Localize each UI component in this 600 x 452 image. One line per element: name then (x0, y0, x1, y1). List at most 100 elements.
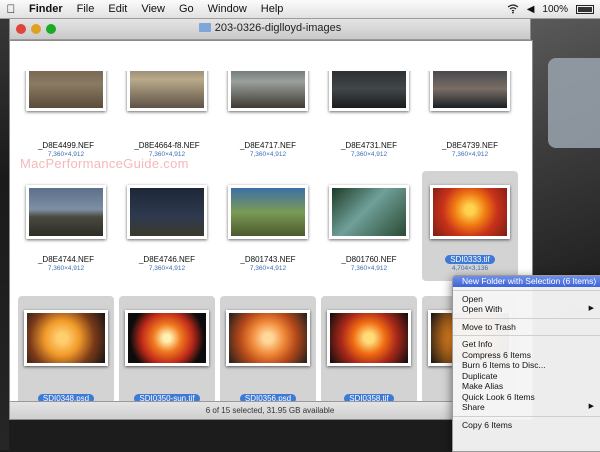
volume-icon[interactable]: ◀ (527, 4, 535, 15)
submenu-arrow-icon: ▶ (588, 305, 594, 312)
file-name: SDI0356.psd (210, 394, 326, 401)
file-name: _D8E4499.NEF (10, 141, 124, 150)
file-name-text: _D8E4664-f8.NEF (134, 141, 200, 150)
file-thumbnail[interactable] (26, 71, 106, 111)
file-dimensions: 7,360×4,912 (350, 151, 388, 158)
context-menu-item[interactable]: Move to Trash (453, 322, 600, 333)
file-item[interactable]: _D8E4744.NEF 7,360×4,912 (18, 171, 114, 281)
context-menu-item[interactable]: Compress 6 Items (453, 350, 600, 361)
window-title: 203-0326-diglloyd-images (10, 22, 530, 34)
file-name: _D801743.NEF (210, 255, 326, 264)
battery-percent: 100% (542, 3, 568, 15)
icon-grid[interactable]: MacPerformanceGuide.com _D8E4499.NEF 7,36… (10, 71, 528, 401)
file-item[interactable]: SDI0333.tif 4,704×3,136 (422, 171, 518, 281)
window-titlebar[interactable]: 203-0326-diglloyd-images (9, 18, 531, 40)
file-thumbnail[interactable] (228, 185, 308, 239)
file-dimensions: 7,360×4,912 (350, 265, 388, 272)
menu-window[interactable]: Window (201, 3, 254, 15)
context-menu: New Folder with Selection (6 Items) Open O… (452, 275, 600, 452)
file-item[interactable]: _D801743.NEF 7,360×4,912 (220, 171, 316, 281)
menu-separator (453, 415, 600, 417)
file-name: _D8E4731.NEF (311, 141, 427, 150)
file-thumbnail[interactable] (26, 185, 106, 239)
menu-file[interactable]: File (70, 3, 102, 15)
file-name: _D801760.NEF (311, 255, 427, 264)
context-menu-item[interactable]: Quick Look 6 Items (453, 392, 600, 403)
battery-icon[interactable] (576, 4, 594, 14)
file-thumbnail[interactable] (430, 185, 510, 239)
file-thumbnail[interactable] (226, 310, 310, 366)
file-name: SDI0333.tif (412, 255, 528, 264)
file-item[interactable]: _D801760.NEF 7,360×4,912 (321, 171, 417, 281)
file-dimensions: 7,360×4,912 (47, 151, 85, 158)
file-item[interactable]: _D8E4731.NEF 7,360×4,912 (321, 71, 417, 167)
file-name-text: SDI0348.psd (37, 394, 95, 401)
desktop-left-edge (0, 0, 9, 450)
window-title-text: 203-0326-diglloyd-images (214, 22, 342, 34)
file-name: _D8E4717.NEF (210, 141, 326, 150)
context-menu-item[interactable]: New Folder with Selection (6 Items) (453, 276, 600, 287)
file-name-text: SDI0333.tif (445, 255, 495, 264)
menu-go[interactable]: Go (172, 3, 201, 15)
context-menu-item[interactable]: Duplicate (453, 371, 600, 382)
desktop-item (548, 58, 600, 148)
file-thumbnail[interactable] (24, 310, 108, 366)
context-menu-item[interactable]: Get Info (453, 339, 600, 350)
menu-help[interactable]: Help (254, 3, 291, 15)
menu-separator (453, 317, 600, 319)
file-name-text: _D8E4746.NEF (138, 255, 196, 264)
file-item[interactable]: SDI0350-sun.tif4,704×3,136 (119, 296, 215, 401)
file-item[interactable]: _D8E4717.NEF 7,360×4,912 (220, 71, 316, 167)
file-thumbnail[interactable] (329, 71, 409, 111)
wifi-icon[interactable] (507, 4, 519, 14)
menu-view[interactable]: View (134, 3, 172, 15)
file-name-text: _D8E4744.NEF (37, 255, 95, 264)
file-item[interactable]: SDI0358.tif4,704×3,136 (321, 296, 417, 401)
file-item[interactable]: _D8E4739.NEF 7,360×4,912 (422, 71, 518, 167)
file-item[interactable]: _D8E4746.NEF 7,360×4,912 (119, 171, 215, 281)
menu-edit[interactable]: Edit (101, 3, 134, 15)
file-thumbnail[interactable] (430, 71, 510, 111)
file-item[interactable]: _D8E4499.NEF 7,360×4,912 (18, 71, 114, 167)
file-item[interactable]: _D8E4664-f8.NEF 7,360×4,912 (119, 71, 215, 167)
file-item[interactable]: SDI0348.psd4,704×3,136 (18, 296, 114, 401)
file-thumbnail[interactable] (127, 185, 207, 239)
context-menu-item-label: Move to Trash (462, 321, 516, 332)
context-menu-item-label: Compress 6 Items (462, 349, 531, 360)
file-thumbnail[interactable] (125, 310, 209, 366)
file-item[interactable]: SDI0356.psd4,704×3,136 (220, 296, 316, 401)
file-thumbnail[interactable] (329, 185, 409, 239)
file-name-text: _D8E4717.NEF (239, 141, 297, 150)
context-menu-item[interactable]: Open (453, 294, 600, 305)
file-dimensions: 7,360×4,912 (47, 265, 85, 272)
context-menu-item[interactable]: Share ▶ (453, 402, 600, 413)
file-name: _D8E4746.NEF (109, 255, 225, 264)
file-name: _D8E4744.NEF (10, 255, 124, 264)
file-name-text: SDI0350-sun.tif (134, 394, 200, 401)
submenu-arrow-icon: ▶ (588, 403, 594, 410)
file-name: SDI0350-sun.tif (109, 394, 225, 401)
context-menu-item[interactable]: Copy 6 Items (453, 420, 600, 431)
context-menu-item-label: Quick Look 6 Items (462, 391, 535, 402)
context-menu-item[interactable]: Burn 6 Items to Disc... (453, 360, 600, 371)
file-dimensions: 7,360×4,912 (148, 265, 186, 272)
menu-finder[interactable]: Finder (22, 3, 70, 15)
context-menu-item[interactable]: Open With ▶ (453, 304, 600, 315)
apple-menu-icon[interactable]:  (0, 2, 22, 16)
file-name-text: _D8E4739.NEF (441, 141, 499, 150)
file-name: SDI0358.tif (311, 394, 427, 401)
file-thumbnail[interactable] (127, 71, 207, 111)
folder-icon (198, 23, 211, 32)
file-name: _D8E4739.NEF (412, 141, 528, 150)
file-thumbnail[interactable] (228, 71, 308, 111)
file-name: SDI0348.psd (10, 394, 124, 401)
file-name-text: _D8E4731.NEF (340, 141, 398, 150)
menu-separator (453, 335, 600, 336)
context-menu-item-label: Duplicate (462, 370, 498, 381)
file-thumbnail[interactable] (327, 310, 411, 366)
context-menu-item[interactable]: Make Alias (453, 381, 600, 392)
context-menu-item-label: Share (462, 402, 485, 412)
file-dimensions: 7,360×4,912 (148, 151, 186, 158)
file-name-text: _D801743.NEF (240, 255, 296, 264)
file-name-text: SDI0358.tif (344, 394, 394, 401)
